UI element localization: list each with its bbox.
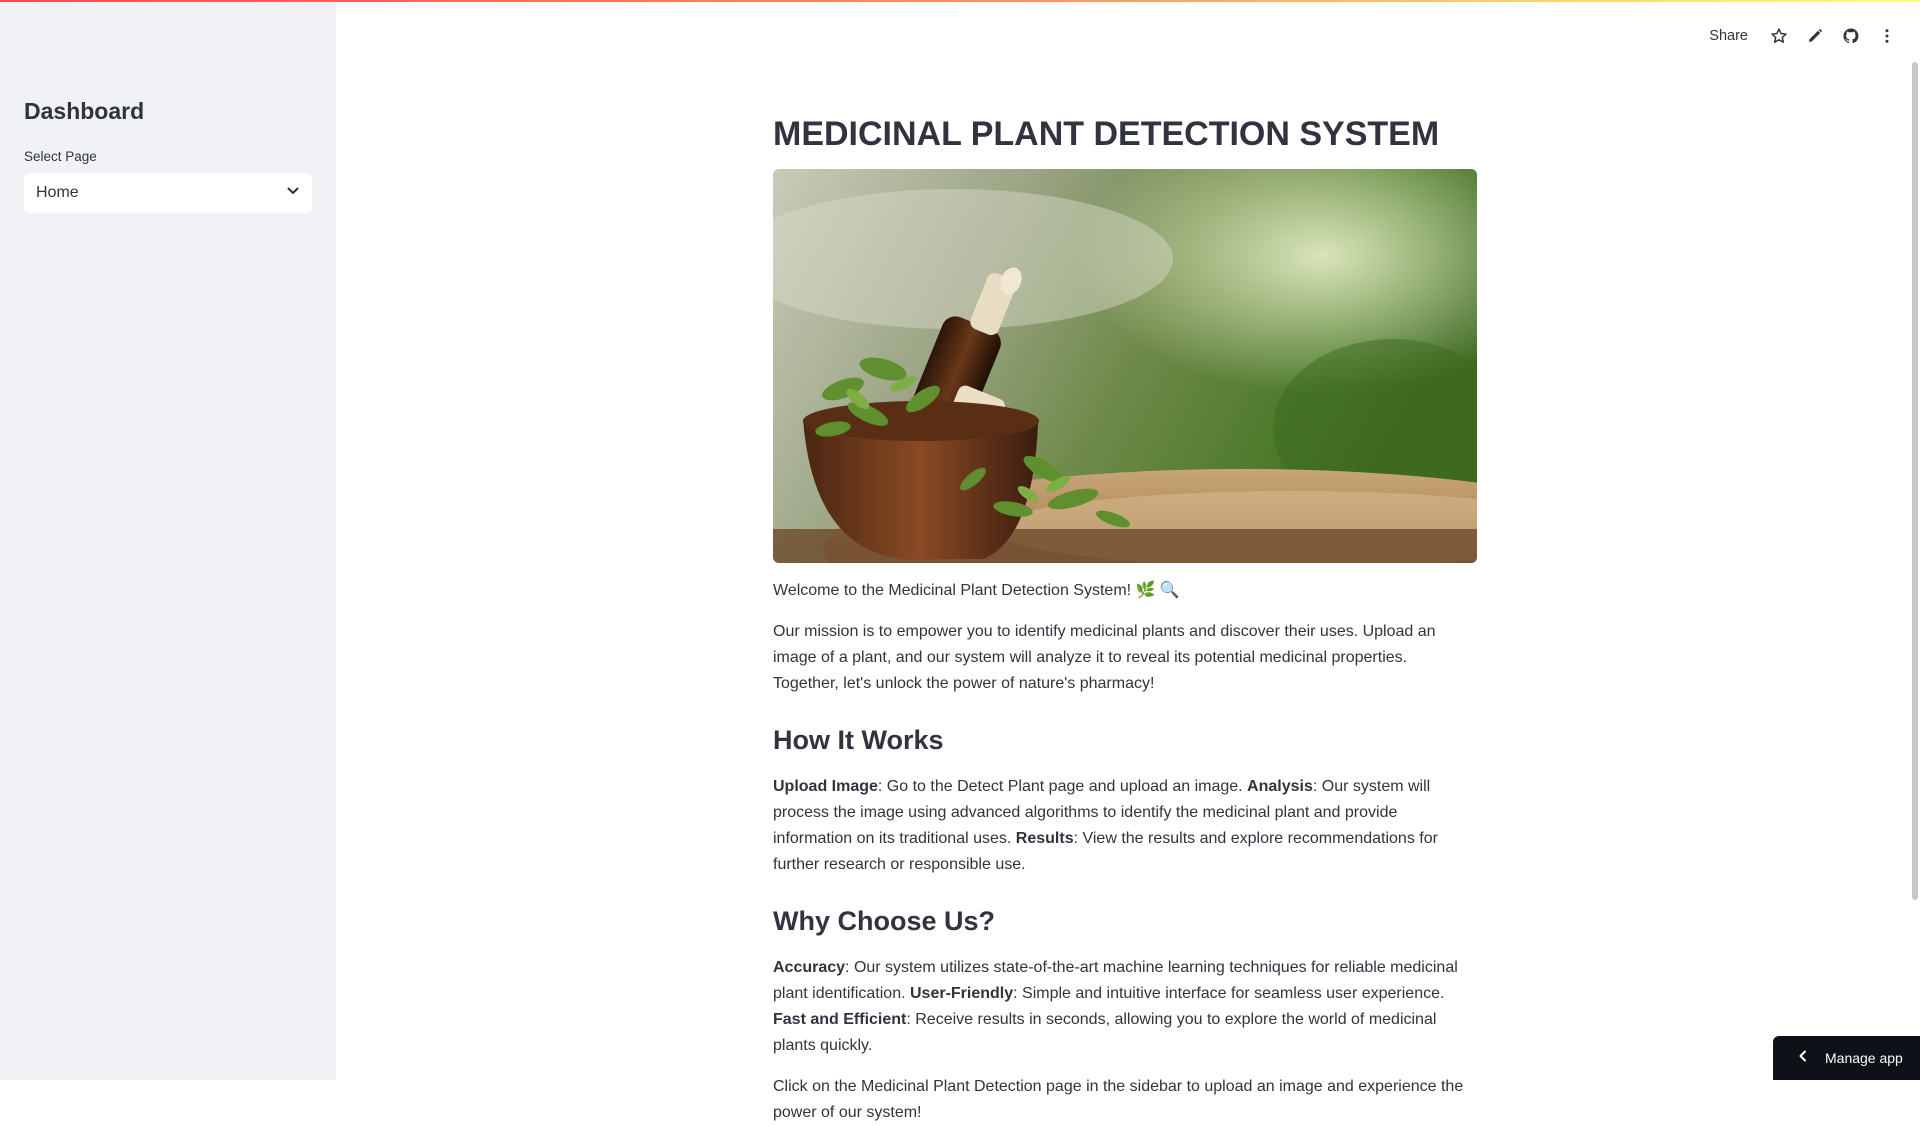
pencil-icon[interactable]: [1806, 27, 1824, 45]
user-friendly-label: User-Friendly: [910, 985, 1013, 1002]
upload-image-label: Upload Image: [773, 778, 878, 795]
upload-image-text: : Go to the Detect Plant page and upload…: [878, 778, 1247, 795]
accuracy-label: Accuracy: [773, 959, 845, 976]
star-icon[interactable]: [1770, 27, 1788, 45]
more-vertical-icon[interactable]: [1878, 27, 1896, 45]
top-decoration-stripe: [0, 0, 1920, 2]
hero-image: [773, 169, 1477, 563]
scrollbar[interactable]: [1912, 62, 1918, 900]
chevron-left-icon: [1797, 1049, 1809, 1067]
github-icon[interactable]: [1842, 27, 1860, 45]
call-to-action-text: Click on the Medicinal Plant Detection p…: [773, 1074, 1477, 1126]
analysis-label: Analysis: [1247, 778, 1313, 795]
welcome-text: Welcome to the Medicinal Plant Detection…: [773, 578, 1477, 604]
fast-efficient-label: Fast and Efficient: [773, 1011, 906, 1028]
page-title: MEDICINAL PLANT DETECTION SYSTEM: [773, 106, 1477, 162]
app-toolbar: Share: [1709, 22, 1896, 50]
sidebar: Dashboard Select Page Home: [0, 0, 336, 1080]
why-choose-us-paragraph: Accuracy: Our system utilizes state-of-t…: [773, 955, 1477, 1059]
how-it-works-paragraph: Upload Image: Go to the Detect Plant pag…: [773, 774, 1477, 878]
select-page-value: Home: [36, 184, 79, 202]
sidebar-title: Dashboard: [24, 98, 144, 125]
main-content: MEDICINAL PLANT DETECTION SYSTEM: [773, 106, 1477, 1126]
manage-app-button[interactable]: Manage app: [1773, 1036, 1920, 1080]
user-friendly-text: : Simple and intuitive interface for sea…: [1013, 985, 1444, 1002]
why-choose-us-heading: Why Choose Us?: [773, 901, 1477, 941]
select-page-dropdown[interactable]: Home: [24, 173, 312, 213]
how-it-works-heading: How It Works: [773, 720, 1477, 760]
chevron-down-icon: [286, 184, 300, 203]
results-label: Results: [1016, 830, 1074, 847]
mission-paragraph: Our mission is to empower you to identif…: [773, 619, 1477, 697]
manage-app-label: Manage app: [1825, 1050, 1903, 1066]
share-button[interactable]: Share: [1709, 28, 1748, 44]
select-page-label: Select Page: [24, 149, 97, 164]
